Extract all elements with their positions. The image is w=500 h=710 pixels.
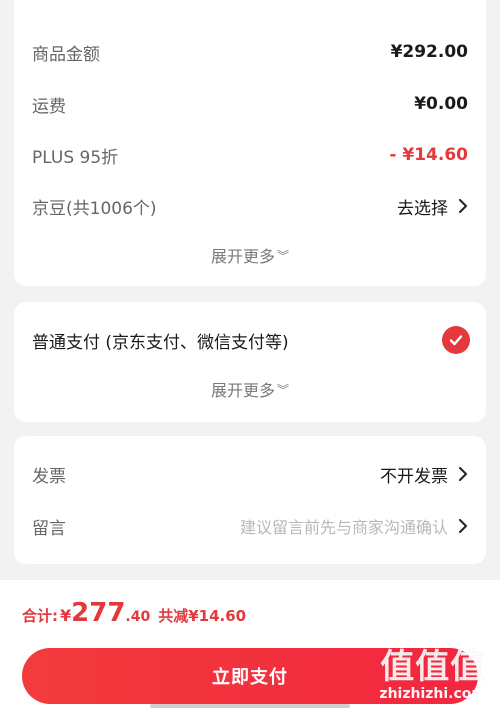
- total-amount-integer: 277: [71, 598, 126, 628]
- payment-expand-more[interactable]: 展开更多 ︾: [14, 377, 486, 401]
- total-currency: ¥: [60, 606, 72, 625]
- message-label: 留言: [32, 518, 66, 539]
- invoice-label: 发票: [32, 466, 66, 487]
- payment-method-row[interactable]: 普通支付 (京东支付、微信支付等): [32, 323, 470, 357]
- watermark-logo: 值值值: [380, 647, 486, 687]
- selected-check-icon[interactable]: [442, 326, 470, 354]
- order-summary-card: 商品金额 ¥292.00 运费 ¥0.00 PLUS 95折 - ¥14.60 …: [14, 0, 486, 286]
- jingdou-label: 京豆(共1006个): [32, 198, 157, 219]
- payment-method-label: 普通支付 (京东支付、微信支付等): [32, 332, 289, 353]
- invoice-value: 不开发票: [380, 466, 448, 487]
- total-amount-decimal: .40: [125, 609, 151, 625]
- payment-method-card: 普通支付 (京东支付、微信支付等) 展开更多 ︾: [14, 302, 486, 422]
- summary-expand-more-label: 展开更多: [210, 247, 275, 266]
- plus-discount-row: PLUS 95折 - ¥14.60: [32, 138, 468, 172]
- jingdou-select[interactable]: 去选择: [397, 194, 468, 219]
- chevron-down-icon: ︾: [277, 249, 290, 263]
- summary-expand-more[interactable]: 展开更多 ︾: [14, 243, 486, 267]
- shipping-label: 运费: [32, 96, 66, 117]
- chevron-right-icon: [459, 519, 467, 533]
- order-total: 合计: ¥ 277 .40 共减¥14.60: [22, 598, 246, 628]
- checkmark-icon: [449, 335, 463, 346]
- watermark-domain: zhizhizhi.com: [379, 686, 486, 702]
- shipping-value: ¥0.00: [414, 94, 468, 114]
- total-saved: 共减¥14.60: [158, 607, 247, 625]
- pay-now-button-label: 立即支付: [212, 667, 288, 688]
- chevron-down-icon: ︾: [277, 383, 290, 397]
- chevron-right-icon: [459, 199, 467, 213]
- message-placeholder: 建议留言前先与商家沟通确认: [239, 518, 448, 537]
- total-label: 合计:: [22, 607, 58, 625]
- goods-amount-label: 商品金额: [32, 44, 100, 65]
- home-indicator[interactable]: [150, 704, 350, 708]
- checkout-bar: 合计: ¥ 277 .40 共减¥14.60 立即支付 值值值 zhizhizh…: [0, 580, 500, 710]
- jingdou-select-label: 去选择: [397, 198, 448, 219]
- extras-card: 发票 不开发票 留言 建议留言前先与商家沟通确认: [14, 436, 486, 564]
- jingdou-row[interactable]: 京豆(共1006个) 去选择: [32, 189, 468, 223]
- goods-amount-value: ¥292.00: [390, 42, 468, 62]
- message-row[interactable]: 留言 建议留言前先与商家沟通确认: [32, 509, 468, 543]
- message-input[interactable]: 建议留言前先与商家沟通确认: [240, 514, 468, 538]
- invoice-row[interactable]: 发票 不开发票: [32, 457, 468, 491]
- invoice-select[interactable]: 不开发票: [380, 462, 468, 487]
- plus-discount-value: - ¥14.60: [389, 145, 468, 165]
- shipping-row: 运费 ¥0.00: [32, 87, 468, 121]
- goods-amount-row: 商品金额 ¥292.00: [32, 35, 468, 69]
- plus-discount-label: PLUS 95折: [32, 147, 119, 168]
- payment-expand-more-label: 展开更多: [210, 381, 275, 400]
- chevron-right-icon: [459, 467, 467, 481]
- watermark: 值值值 zhizhizhi.com: [379, 648, 486, 702]
